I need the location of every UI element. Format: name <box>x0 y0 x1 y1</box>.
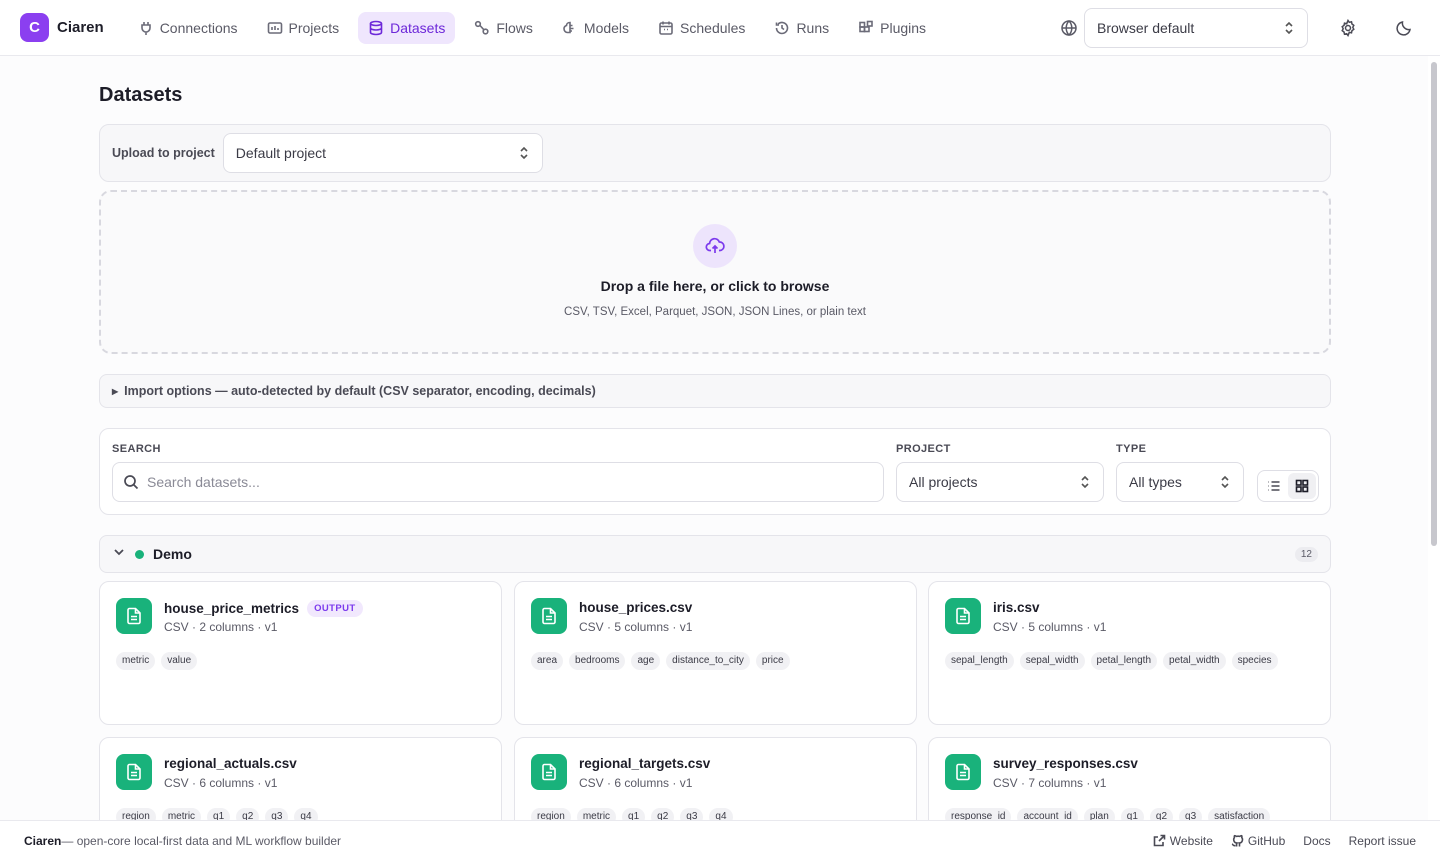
column-tag: sepal_width <box>1019 652 1085 670</box>
file-icon <box>116 754 152 790</box>
column-tag: q3 <box>680 808 704 820</box>
column-tag: plan <box>1083 808 1115 820</box>
footer-links: Website GitHub Docs Report issue <box>1135 834 1416 848</box>
column-tags: region metric q1 q2 q3 q4 <box>116 808 324 820</box>
column-tag: metric <box>116 652 156 670</box>
column-tag: petal_length <box>1090 652 1158 670</box>
column-tag: value <box>161 652 198 670</box>
column-tag: q2 <box>651 808 675 820</box>
column-tag: area <box>531 652 564 670</box>
column-tag: region <box>531 808 571 820</box>
dataset-name-text: regional_targets.csv <box>579 756 711 771</box>
dataset-card[interactable]: regional_targets.csv CSV · 6 columns · v1… <box>514 737 917 820</box>
column-tag: metric <box>161 808 202 820</box>
dataset-name: house_price_metrics OUTPUT <box>164 600 363 617</box>
dataset-name-text: regional_actuals.csv <box>164 756 297 771</box>
external-link-icon <box>1153 834 1166 847</box>
dataset-name-text: survey_responses.csv <box>993 756 1138 771</box>
dataset-name: regional_actuals.csv <box>164 756 297 771</box>
dataset-name-text: house_price_metrics <box>164 601 300 616</box>
dataset-name: house_prices.csv <box>579 600 692 615</box>
column-tag: q2 <box>1149 808 1174 820</box>
footer-tagline: — open-core local-first data and ML work… <box>61 833 342 848</box>
dataset-card[interactable]: iris.csv CSV · 5 columns · v1 sepal_length… <box>928 581 1331 725</box>
footer-link-website[interactable]: Website <box>1153 834 1213 848</box>
dataset-meta: CSV · 6 columns · v1 <box>164 776 278 790</box>
footer-link-label: Website <box>1169 833 1213 848</box>
column-tag: metric <box>576 808 617 820</box>
column-tag: q1 <box>207 808 231 820</box>
dataset-name: survey_responses.csv <box>993 756 1138 771</box>
column-tag: satisfaction <box>1208 808 1271 820</box>
column-tag: account_id <box>1017 808 1078 820</box>
column-tag: bedrooms <box>569 652 626 670</box>
footer-link-report-issue[interactable]: Report issue <box>1349 834 1416 848</box>
footer: Ciaren — open-core local-first data and … <box>0 820 1440 860</box>
column-tag: price <box>755 652 790 670</box>
column-tags: region metric q1 q2 q3 q4 <box>531 808 739 820</box>
column-tag: q4 <box>709 808 733 820</box>
dataset-card[interactable]: house_prices.csv CSV · 5 columns · v1 area… <box>514 581 917 725</box>
column-tag: q3 <box>1179 808 1203 820</box>
file-icon <box>531 598 567 634</box>
footer-link-label: Report issue <box>1348 833 1416 848</box>
footer-link-docs[interactable]: Docs <box>1303 834 1330 848</box>
dataset-card[interactable]: house_price_metrics OUTPUT CSV · 2 columns… <box>99 581 502 725</box>
column-tag: region <box>116 808 156 820</box>
dataset-name-text: iris.csv <box>993 600 1040 615</box>
column-tag: distance_to_city <box>666 652 750 670</box>
dataset-card[interactable]: regional_actuals.csv CSV · 6 columns · v1… <box>99 737 502 820</box>
file-icon <box>116 598 152 634</box>
dataset-meta: CSV · 7 columns · v1 <box>993 776 1107 790</box>
file-icon <box>945 754 981 790</box>
column-tags: sepal_length sepal_width petal_length petal… <box>945 652 1284 670</box>
github-icon <box>1231 834 1244 847</box>
column-tag: q3 <box>265 808 289 820</box>
column-tag: q2 <box>236 808 260 820</box>
dataset-grid: house_price_metrics OUTPUT CSV · 2 columns… <box>0 0 1440 820</box>
file-icon <box>945 598 981 634</box>
footer-link-label: Docs <box>1303 833 1331 848</box>
dataset-meta: CSV · 6 columns · v1 <box>579 776 693 790</box>
column-tag: q1 <box>1120 808 1144 820</box>
dataset-name-text: house_prices.csv <box>579 600 693 615</box>
column-tag: petal_width <box>1163 652 1226 670</box>
column-tag: q1 <box>622 808 646 820</box>
column-tags: metric value <box>116 652 203 670</box>
output-badge: OUTPUT <box>307 600 363 617</box>
dataset-name: iris.csv <box>993 600 1040 615</box>
column-tags: response_id account_id plan q1 q2 q3 satisfact… <box>945 808 1276 820</box>
column-tag: age <box>631 652 661 670</box>
footer-link-label: GitHub <box>1247 833 1286 848</box>
scrollbar-thumb[interactable] <box>1431 62 1437 546</box>
dataset-meta: CSV · 2 columns · v1 <box>164 620 278 634</box>
column-tag: response_id <box>945 808 1012 820</box>
column-tag: sepal_length <box>945 652 1014 670</box>
column-tags: area bedrooms age distance_to_city price <box>531 652 796 670</box>
dataset-meta: CSV · 5 columns · v1 <box>993 620 1107 634</box>
dataset-meta: CSV · 5 columns · v1 <box>579 620 693 634</box>
footer-brand: Ciaren <box>24 833 62 848</box>
column-tag: species <box>1231 652 1278 670</box>
dataset-name: regional_targets.csv <box>579 756 710 771</box>
column-tag: q4 <box>294 808 318 820</box>
dataset-card[interactable]: survey_responses.csv CSV · 7 columns · v1… <box>928 737 1331 820</box>
file-icon <box>531 754 567 790</box>
footer-link-github[interactable]: GitHub <box>1231 834 1285 848</box>
